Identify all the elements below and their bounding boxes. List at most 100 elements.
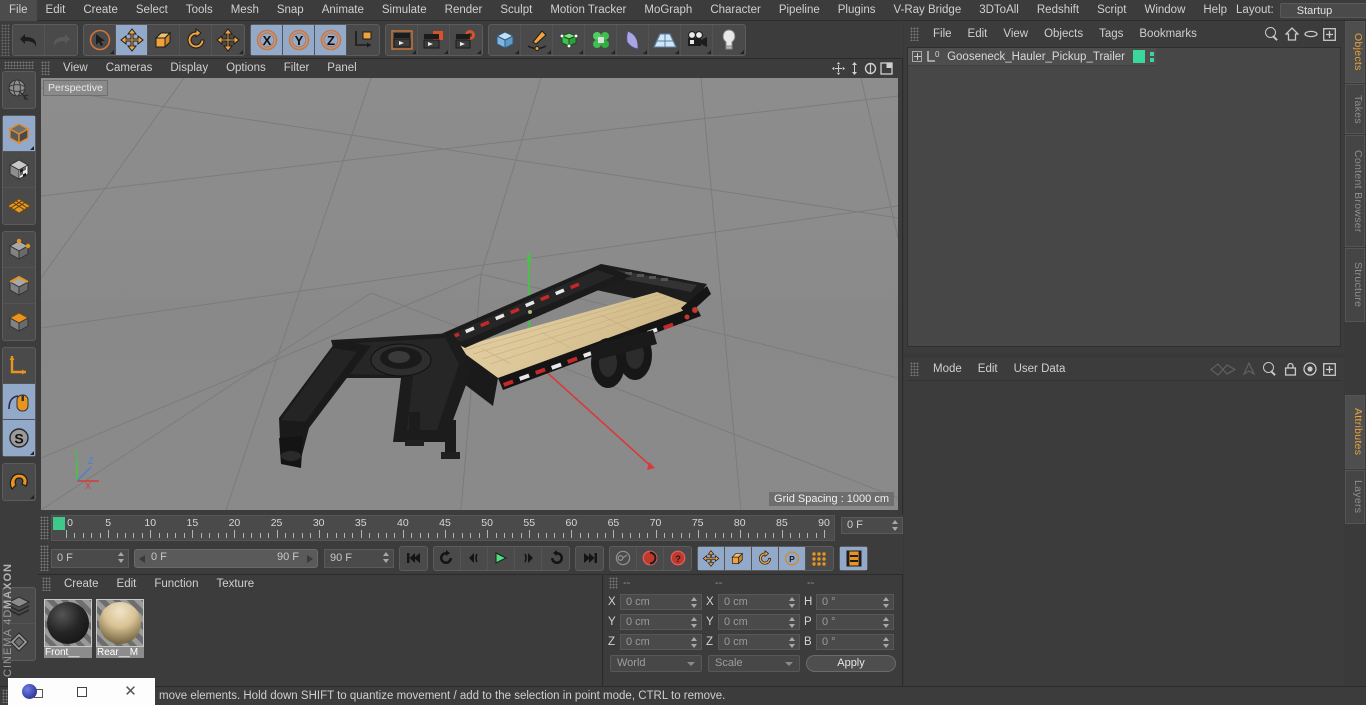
end-frame-field[interactable]: 90 F (324, 548, 394, 568)
menu-item-tools[interactable]: Tools (177, 0, 222, 21)
start-frame-field[interactable]: 0 F (51, 548, 129, 568)
viewport-grip[interactable] (41, 61, 50, 75)
position-key-button[interactable] (698, 546, 725, 570)
tool-options-corner[interactable] (239, 49, 243, 54)
add-light-button[interactable] (713, 25, 745, 55)
tab-layers[interactable]: Layers (1345, 470, 1365, 524)
keyframe-selection-button[interactable]: ? (664, 547, 691, 570)
polygons-mode-button[interactable] (3, 304, 35, 340)
tab-takes[interactable]: Takes (1345, 84, 1365, 134)
go-to-start-button[interactable] (400, 547, 427, 570)
tool-options-corner[interactable] (707, 49, 711, 54)
pin-icon[interactable] (1242, 362, 1256, 376)
tab-objects[interactable]: Objects (1345, 21, 1365, 83)
menu-item-create[interactable]: Create (74, 0, 127, 21)
tool-options-corner[interactable] (740, 49, 744, 54)
size-y-field[interactable]: 0 cm (718, 614, 800, 630)
select-tool[interactable] (84, 24, 116, 55)
spinner-icon[interactable] (883, 637, 890, 648)
autokeying-button[interactable] (637, 546, 664, 570)
menu-item-script[interactable]: Script (1088, 0, 1135, 21)
apply-button[interactable]: Apply (806, 655, 896, 672)
timeline-ruler[interactable]: 0 5 10 15 20 25 30 35 40 45 50 55 60 65 70 75 80 85 90 (51, 515, 835, 541)
next-key-button[interactable] (542, 547, 569, 570)
menu-item-simulate[interactable]: Simulate (373, 0, 436, 21)
lock-icon[interactable] (1284, 362, 1297, 376)
world-object-axis[interactable] (347, 25, 379, 55)
menu-item-vray-bridge[interactable]: V-Ray Bridge (884, 0, 970, 21)
object-tag-icon[interactable] (1133, 50, 1145, 63)
model-mode-button[interactable] (3, 116, 35, 152)
spinner-icon[interactable] (892, 520, 899, 531)
size-z-field[interactable]: 0 cm (718, 634, 800, 650)
expand-icon[interactable] (1323, 362, 1336, 376)
menu-item-edit[interactable]: Edit (37, 0, 75, 21)
layout-dropdown[interactable]: Startup (1279, 2, 1366, 18)
menu-item-snap[interactable]: Snap (268, 0, 313, 21)
material-thumbnail[interactable] (44, 599, 92, 647)
object-menu-edit[interactable]: Edit (960, 21, 996, 47)
redo-button[interactable] (45, 25, 77, 55)
menu-item-render[interactable]: Render (436, 0, 492, 21)
menu-item-redshift[interactable]: Redshift (1028, 0, 1088, 21)
menu-item-help[interactable]: Help (1194, 0, 1236, 21)
search-icon[interactable] (1264, 26, 1280, 42)
dynamic-place-tool[interactable] (212, 25, 244, 55)
menu-item-sculpt[interactable]: Sculpt (491, 0, 541, 21)
expand-icon[interactable] (1323, 27, 1336, 41)
spinner-icon[interactable] (118, 551, 125, 563)
menu-item-file[interactable]: File (0, 0, 37, 21)
previous-key-button[interactable] (434, 546, 461, 570)
step-forward-button[interactable] (515, 546, 542, 570)
viewport-menu-options[interactable]: Options (217, 59, 275, 77)
tool-options-corner[interactable] (675, 49, 679, 54)
object-axis-mode-button[interactable] (3, 348, 35, 384)
rot-p-field[interactable]: 0 ° (816, 614, 894, 630)
timeline-frame-field[interactable]: 0 F (841, 517, 903, 534)
rot-b-field[interactable]: 0 ° (816, 634, 894, 650)
go-to-end-button[interactable] (576, 547, 603, 570)
visibility-dots[interactable] (1149, 50, 1156, 64)
animate-curve-icon[interactable] (1210, 362, 1236, 376)
attribute-menu-mode[interactable]: Mode (925, 358, 970, 380)
left-toolbar-grip[interactable] (4, 61, 34, 69)
menu-item-mograph[interactable]: MoGraph (635, 0, 701, 21)
menu-item-motion-tracker[interactable]: Motion Tracker (541, 0, 635, 21)
rotate-tool[interactable] (180, 24, 212, 55)
attribute-manager-body[interactable] (907, 380, 1341, 700)
menu-item-3dtoall[interactable]: 3DToAll (970, 0, 1028, 21)
viewport-solo-button[interactable] (3, 384, 35, 420)
object-menu-file[interactable]: File (925, 21, 960, 47)
coordinates-grip[interactable] (609, 577, 618, 589)
home-icon[interactable] (1285, 27, 1299, 41)
menu-item-animate[interactable]: Animate (313, 0, 373, 21)
rot-h-field[interactable]: 0 ° (816, 594, 894, 610)
enable-snapping-button[interactable]: S (3, 420, 35, 456)
render-settings-button[interactable] (450, 25, 482, 55)
render-view-button[interactable] (386, 24, 418, 55)
search-icon[interactable] (1262, 361, 1278, 377)
play-button[interactable] (488, 546, 515, 570)
range-left-arrow-icon[interactable] (139, 554, 145, 563)
edges-mode-button[interactable] (3, 268, 35, 304)
spinner-icon[interactable] (883, 597, 890, 608)
add-primitive-cube-button[interactable] (489, 24, 521, 55)
tab-content-browser[interactable]: Content Browser (1345, 135, 1365, 247)
pos-y-field[interactable]: 0 cm (620, 614, 702, 630)
pos-z-field[interactable]: 0 cm (620, 634, 702, 650)
timeline-button[interactable] (840, 546, 867, 570)
expand-toggle-icon[interactable] (912, 51, 923, 62)
tab-attributes[interactable]: Attributes (1345, 395, 1365, 469)
spinner-icon[interactable] (789, 597, 796, 608)
lock-z-axis[interactable]: Z (315, 24, 347, 55)
pos-x-field[interactable]: 0 cm (620, 594, 702, 610)
viewport-3d-canvas[interactable]: Perspective Grid Spacing : 1000 cm Y Z X (41, 78, 898, 510)
object-menu-view[interactable]: View (995, 21, 1036, 47)
rotate-view-icon[interactable] (863, 61, 877, 75)
spinner-icon[interactable] (883, 617, 890, 628)
points-mode-button[interactable] (3, 232, 35, 268)
viewport-menu-cameras[interactable]: Cameras (97, 59, 162, 77)
object-menu-tags[interactable]: Tags (1091, 21, 1131, 47)
tool-options-corner[interactable] (412, 49, 416, 54)
range-right-arrow-icon[interactable] (307, 554, 313, 563)
